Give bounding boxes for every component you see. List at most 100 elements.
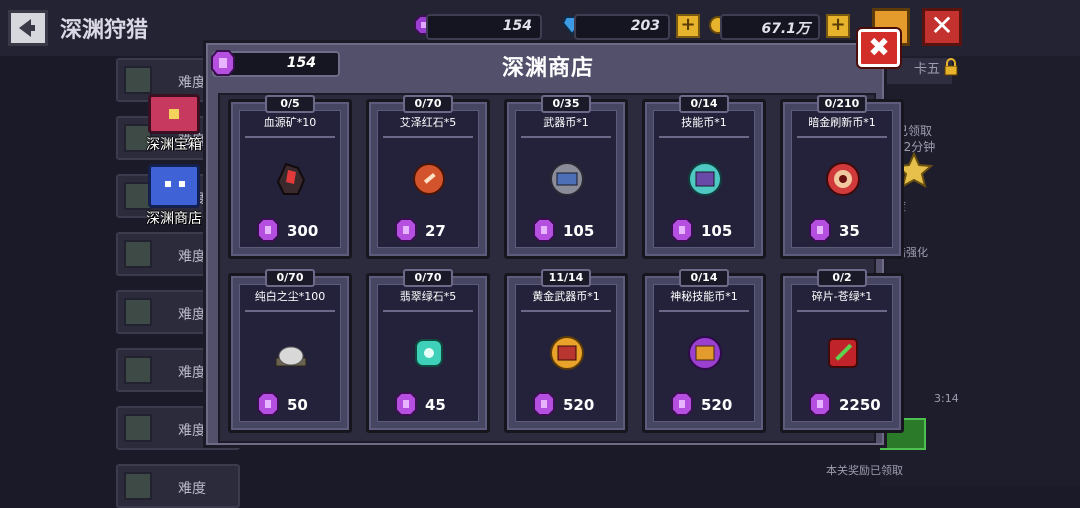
shop-item-card[interactable]: 0/210 暗金刷新币*1 35 <box>780 95 904 259</box>
dark-gold-refresh-coin-icon <box>826 162 860 196</box>
purple-gem-icon <box>533 392 555 416</box>
stage-icon <box>124 414 152 442</box>
item-name: 血源矿*10 <box>263 116 317 129</box>
shop-item-card[interactable]: 11/14 黄金武器币*1 520 <box>504 269 628 433</box>
purple-gem-icon <box>257 392 279 416</box>
abyss-shop-modal: 154 深渊商店 ✖ 0/5 血源矿*10 300 0/70 艾泽红石*5 27 0/35 武… <box>203 29 904 448</box>
stage-icon <box>124 240 152 268</box>
close-button[interactable]: ✖ <box>858 29 900 67</box>
difficulty-label: 难度 <box>178 249 206 265</box>
time-text: 3:14 <box>934 392 959 405</box>
purple-gem-icon <box>395 392 417 416</box>
stage-icon <box>124 356 152 384</box>
item-name: 碎片-苍绿*1 <box>811 290 873 303</box>
item-name: 艾泽红石*5 <box>399 116 457 129</box>
tab-abyss-shop-label: 深渊商店 <box>146 211 202 227</box>
divider <box>659 310 749 312</box>
divider <box>383 136 473 138</box>
item-price: 105 <box>563 222 595 240</box>
resource-gold-coin-value: 67.1万 <box>720 14 820 40</box>
add-gold-coin-button[interactable]: + <box>826 14 850 38</box>
gold-weapon-coin-icon <box>550 336 584 370</box>
add-blue-gem-button[interactable]: + <box>676 14 700 38</box>
shop-item-card[interactable]: 0/70 翡翠绿石*5 45 <box>366 269 490 433</box>
stage-icon <box>124 66 152 94</box>
chest-icon <box>148 94 200 134</box>
item-name: 翡翠绿石*5 <box>399 290 457 303</box>
item-price: 50 <box>287 396 308 414</box>
shop-item-card[interactable]: 0/70 艾泽红石*5 27 <box>366 95 490 259</box>
fragment-green-icon <box>828 338 858 368</box>
shop-item-card[interactable]: 0/5 血源矿*10 300 <box>228 95 352 259</box>
difficulty-label: 难度 <box>178 307 206 323</box>
divider <box>659 136 749 138</box>
page-close-button[interactable]: ✕ <box>922 8 962 46</box>
back-button[interactable] <box>8 10 48 46</box>
purple-gem-icon <box>671 218 693 242</box>
stock-badge: 0/70 <box>403 95 453 113</box>
divider <box>521 310 611 312</box>
stock-badge: 0/35 <box>541 95 591 113</box>
tab-abyss-chest-label: 深渊宝箱 <box>146 137 202 153</box>
divider <box>245 136 335 138</box>
divider <box>797 136 887 138</box>
shop-grid: 0/5 血源矿*10 300 0/70 艾泽红石*5 27 0/35 武器币*1 105 0/14… <box>218 93 904 443</box>
item-name: 纯白之尘*100 <box>254 290 326 303</box>
difficulty-label: 难度 <box>178 423 206 439</box>
resource-purple-gem-value: 154 <box>426 14 542 40</box>
item-name: 技能币*1 <box>681 116 727 129</box>
purple-gem-icon <box>671 392 693 416</box>
shop-icon <box>148 164 200 208</box>
back-arrow-icon <box>19 19 35 37</box>
mystic-skill-coin-icon <box>688 336 722 370</box>
item-price: 105 <box>701 222 733 240</box>
stock-badge: 0/70 <box>265 269 315 287</box>
item-price: 27 <box>425 222 446 240</box>
stock-badge: 0/14 <box>679 95 729 113</box>
item-name: 黄金武器币*1 <box>532 290 600 303</box>
stage-icon <box>124 298 152 326</box>
shop-item-card[interactable]: 0/14 技能币*1 105 <box>642 95 766 259</box>
item-name: 神秘技能币*1 <box>670 290 738 303</box>
item-name: 暗金刷新币*1 <box>808 116 876 129</box>
purple-gem-icon <box>395 218 417 242</box>
item-price: 45 <box>425 396 446 414</box>
divider <box>521 136 611 138</box>
close-icon: ✖ <box>868 33 890 63</box>
item-name: 武器币*1 <box>543 116 589 129</box>
white-dust-icon <box>275 346 307 367</box>
reward-claimed-text: 本关奖励已领取 <box>826 464 903 477</box>
purple-gem-icon <box>533 218 555 242</box>
difficulty-row[interactable]: 难度 <box>116 464 240 508</box>
blood-ore-icon <box>276 162 306 195</box>
stock-badge: 0/2 <box>817 269 867 287</box>
item-price: 35 <box>839 222 860 240</box>
item-price: 520 <box>701 396 733 414</box>
difficulty-label: 难度 <box>178 481 206 497</box>
shop-item-card[interactable]: 0/35 武器币*1 105 <box>504 95 628 259</box>
purple-gem-icon <box>257 218 279 242</box>
stock-badge: 11/14 <box>541 269 591 287</box>
lock-icon <box>944 58 958 76</box>
difficulty-label: 难度 <box>178 75 206 91</box>
weapon-coin-icon <box>550 162 584 196</box>
tab-abyss-shop[interactable]: 深渊商店 <box>140 164 208 228</box>
stock-badge: 0/70 <box>403 269 453 287</box>
shop-item-card[interactable]: 0/2 碎片-苍绿*1 2250 <box>780 269 904 433</box>
shop-item-card[interactable]: 0/70 纯白之尘*100 50 <box>228 269 352 433</box>
jade-stone-icon <box>415 339 443 367</box>
difficulty-label: 难度 <box>178 365 206 381</box>
stock-badge: 0/210 <box>817 95 867 113</box>
page-title: 深渊狩猎 <box>60 18 149 43</box>
divider <box>797 310 887 312</box>
shop-item-card[interactable]: 0/14 神秘技能币*1 520 <box>642 269 766 433</box>
red-stone-icon <box>413 163 445 195</box>
tab-abyss-chest[interactable]: 深渊宝箱 <box>140 94 208 154</box>
stock-badge: 0/5 <box>265 95 315 113</box>
divider <box>245 310 335 312</box>
resource-blue-gem-value: 203 <box>574 14 670 40</box>
stock-badge: 0/14 <box>679 269 729 287</box>
skill-coin-icon <box>688 162 722 196</box>
purple-gem-icon <box>809 218 831 242</box>
modal-title: 深渊商店 <box>501 56 594 81</box>
